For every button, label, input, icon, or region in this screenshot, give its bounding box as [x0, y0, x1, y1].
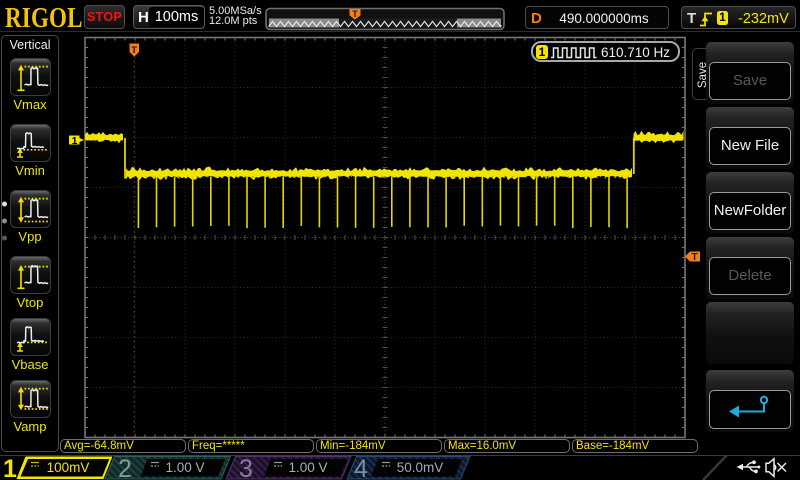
svg-text:2: 2 [118, 455, 132, 480]
svg-text:T: T [131, 45, 137, 56]
svg-text:50.0mV: 50.0mV [397, 460, 444, 475]
svg-text:1.00 V: 1.00 V [288, 460, 327, 475]
svg-text:1.00 V: 1.00 V [165, 460, 204, 475]
svg-text:3: 3 [239, 455, 253, 480]
svg-text:T: T [352, 9, 358, 19]
svg-text:100mV: 100mV [47, 460, 90, 475]
svg-text:4: 4 [354, 455, 368, 480]
svg-text:1: 1 [72, 135, 78, 147]
svg-text:T: T [691, 252, 697, 262]
svg-text:1: 1 [3, 455, 17, 480]
